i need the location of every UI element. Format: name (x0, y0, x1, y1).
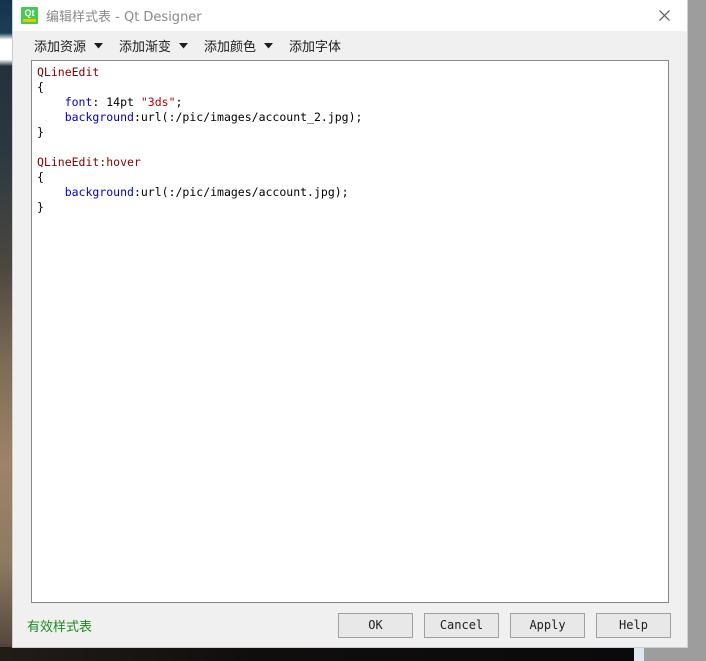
stylesheet-toolbar: 添加资源 添加渐变 添加颜色 添加字体 (13, 31, 687, 60)
code-token-sel: QLineEdit (37, 65, 100, 79)
code-line: background:url(:/pic/images/account.jpg)… (37, 185, 664, 200)
code-line: font: 14pt "3ds"; (37, 95, 664, 110)
code-token-brace: } (37, 200, 44, 214)
code-token-prop: font (64, 95, 93, 109)
help-button[interactable]: Help (596, 612, 671, 638)
stylesheet-code-editor[interactable]: QLineEdit{ font: 14pt "3ds"; background:… (31, 60, 669, 603)
dialog-footer: 有效样式表 OK Cancel Apply Help (13, 603, 687, 647)
code-token-brace: { (37, 170, 44, 184)
toolbar-spacer (192, 45, 201, 46)
code-line: } (37, 200, 664, 215)
code-line: QLineEdit:hover (37, 155, 664, 170)
desktop-wallpaper (0, 0, 12, 661)
qt-logo-icon: Qt (21, 7, 38, 24)
toolbar-spacer (107, 45, 116, 46)
status-badge: 有效样式表 (27, 619, 93, 635)
code-token-plain: ; (175, 95, 183, 109)
toolbar-item-label: 添加字体 (289, 40, 342, 55)
toolbar-item-label: 添加渐变 (119, 40, 172, 55)
code-token-str: "3ds" (140, 95, 176, 109)
title-bar[interactable]: Qt 编辑样式表 - Qt Designer (13, 0, 687, 31)
screen: Qt 编辑样式表 - Qt Designer 添加资源 添加渐变 添加颜色 添加字体 … (0, 0, 706, 661)
toolbar-item-1[interactable]: 添加渐变 (116, 35, 192, 57)
toolbar-item-2[interactable]: 添加颜色 (201, 35, 277, 57)
toolbar-spacer (277, 45, 286, 46)
stylesheet-editor-dialog: Qt 编辑样式表 - Qt Designer 添加资源 添加渐变 添加颜色 添加字体 … (12, 0, 688, 648)
code-line: { (37, 80, 664, 95)
apply-button[interactable]: Apply (510, 612, 585, 638)
taskbar-accent (634, 647, 644, 661)
close-icon (658, 9, 671, 22)
toolbar-item-3[interactable]: 添加字体 (286, 35, 344, 57)
code-token-plain: : 14pt (92, 95, 141, 109)
ok-button[interactable]: OK (338, 612, 413, 638)
desktop-background-bottom (0, 647, 706, 661)
code-line: } (37, 125, 664, 140)
code-token-prop: background (64, 110, 134, 124)
code-token-brace: } (37, 125, 44, 139)
code-token-sel: QLineEdit:hover (37, 155, 141, 169)
qt-logo-underline (23, 19, 36, 22)
code-token-brace: { (37, 80, 44, 94)
code-token-plain: :url(:/pic/images/account.jpg); (133, 185, 349, 199)
code-line: QLineEdit (37, 65, 664, 80)
code-line: background:url(:/pic/images/account_2.jp… (37, 110, 664, 125)
editor-container: QLineEdit{ font: 14pt "3ds"; background:… (13, 60, 687, 603)
chevron-down-icon[interactable] (174, 35, 192, 57)
toolbar-item-0[interactable]: 添加资源 (31, 35, 107, 57)
dialog-button-row: OK Cancel Apply Help (338, 612, 671, 638)
cancel-button[interactable]: Cancel (424, 612, 499, 638)
close-button[interactable] (642, 0, 687, 31)
taskbar[interactable] (0, 647, 634, 661)
desktop-background-right (688, 0, 706, 661)
qt-logo-text: Qt (24, 8, 35, 18)
chevron-down-icon[interactable] (259, 35, 277, 57)
toolbar-item-label: 添加资源 (34, 40, 87, 55)
code-line: { (37, 170, 664, 185)
code-token-prop: background (64, 185, 134, 199)
code-token-plain: :url(:/pic/images/account_2.jpg); (133, 110, 363, 124)
chevron-down-icon[interactable] (89, 35, 107, 57)
toolbar-item-label: 添加颜色 (204, 40, 257, 55)
window-title: 编辑样式表 - Qt Designer (46, 10, 202, 25)
